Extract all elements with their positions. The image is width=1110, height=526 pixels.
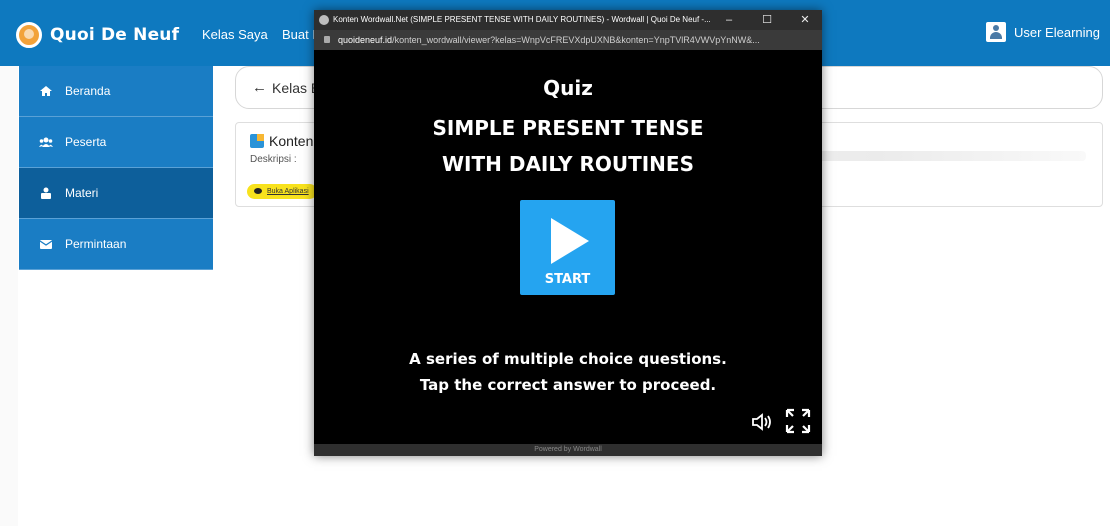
quiz-description-line-2: Tap the correct answer to proceed. <box>419 376 717 394</box>
brand-logo-icon <box>16 22 42 48</box>
start-label: START <box>544 272 591 287</box>
wordwall-game-area: Quiz SIMPLE PRESENT TENSE WITH DAILY ROU… <box>314 50 822 444</box>
open-app-label: Buka Aplikasi <box>267 188 309 195</box>
globe-icon <box>319 15 329 25</box>
sidebar-item-peserta[interactable]: Peserta <box>19 117 213 168</box>
envelope-icon <box>39 240 53 249</box>
sidebar-item-permintaan[interactable]: Permintaan <box>19 219 213 270</box>
user-menu[interactable]: User Elearning <box>986 22 1100 42</box>
sidebar: Beranda Peserta Materi Permintaan <box>19 66 213 270</box>
quiz-title-line-2: WITH DAILY ROUTINES <box>442 152 694 176</box>
nav-link-kelas-saya[interactable]: Kelas Saya <box>202 27 268 42</box>
close-button[interactable]: ✕ <box>790 10 820 30</box>
users-icon <box>39 137 53 147</box>
sidebar-item-label: Permintaan <box>65 237 127 251</box>
open-app-button[interactable]: Buka Aplikasi <box>247 184 317 199</box>
sidebar-item-beranda[interactable]: Beranda <box>19 66 213 117</box>
materi-icon <box>41 187 51 199</box>
back-label[interactable]: Kelas B <box>272 80 320 96</box>
minimize-button[interactable]: – <box>714 10 744 30</box>
quiz-description: A series of multiple choice questions. T… <box>314 346 822 398</box>
page-margin <box>0 66 18 526</box>
url-path: /konten_wordwall/viewer?kelas=WnpVcFREVX… <box>392 35 760 45</box>
brand[interactable]: Quoi De Neuf <box>16 22 179 48</box>
wordwall-icon <box>250 134 264 148</box>
start-button[interactable]: START <box>520 200 615 295</box>
quiz-title: SIMPLE PRESENT TENSE WITH DAILY ROUTINES <box>314 110 822 182</box>
sidebar-item-materi[interactable]: Materi <box>19 168 213 219</box>
popup-urlbar[interactable]: quoideneuf.id/konten_wordwall/viewer?kel… <box>314 30 822 50</box>
card-description: Deskripsi : <box>250 154 297 165</box>
url-text: quoideneuf.id/konten_wordwall/viewer?kel… <box>338 30 760 50</box>
powered-by-footer[interactable]: Powered by Wordwall <box>314 444 822 456</box>
popup-title: Konten Wordwall.Net (SIMPLE PRESENT TENS… <box>333 15 711 24</box>
url-host: quoideneuf.id <box>338 35 393 45</box>
fullscreen-icon[interactable] <box>785 408 811 434</box>
quiz-description-line-1: A series of multiple choice questions. <box>409 350 727 368</box>
sidebar-item-label: Peserta <box>65 135 107 149</box>
quiz-title-line-1: SIMPLE PRESENT TENSE <box>432 116 704 140</box>
user-name: User Elearning <box>1014 24 1100 40</box>
sidebar-item-label: Materi <box>65 186 99 200</box>
eye-icon <box>254 188 262 194</box>
quiz-type-label: Quiz <box>543 76 593 100</box>
play-icon <box>551 218 589 264</box>
speaker-icon[interactable] <box>751 412 773 432</box>
popup-window: Konten Wordwall.Net (SIMPLE PRESENT TENS… <box>314 10 822 456</box>
card-title: Konten <box>269 133 314 149</box>
brand-name: Quoi De Neuf <box>50 25 180 45</box>
user-avatar-icon <box>986 22 1006 42</box>
popup-titlebar[interactable]: Konten Wordwall.Net (SIMPLE PRESENT TENS… <box>314 10 822 30</box>
maximize-button[interactable]: ☐ <box>752 10 782 30</box>
lock-icon <box>324 36 330 43</box>
home-icon <box>40 86 52 96</box>
back-arrow-icon[interactable]: ← <box>252 79 267 96</box>
sidebar-item-label: Beranda <box>65 84 111 98</box>
